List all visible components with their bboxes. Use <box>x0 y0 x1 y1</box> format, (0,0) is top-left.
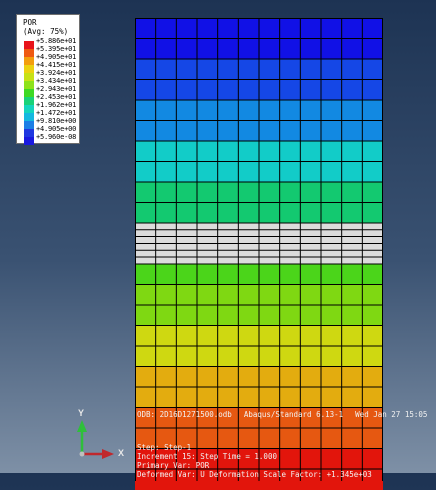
mesh-element-row <box>135 243 383 265</box>
legend-swatch <box>24 49 34 57</box>
legend-value: +3.434e+01 <box>36 77 77 85</box>
mesh-element-row <box>135 202 383 224</box>
legend-swatch <box>24 121 34 129</box>
legend-value: +5.886e+01 <box>36 37 77 45</box>
y-axis-label: Y <box>78 408 85 418</box>
legend-value: +5.395e+01 <box>36 45 77 53</box>
mesh-element-row <box>135 59 383 80</box>
mesh-element-row <box>135 284 383 306</box>
legend-value: +1.962e+01 <box>36 101 77 109</box>
mesh-element-row <box>135 79 383 101</box>
legend-value: +3.924e+01 <box>36 69 77 77</box>
mesh-element-row <box>135 120 383 142</box>
legend-value: +4.415e+01 <box>36 61 77 69</box>
legend-value: +4.905e+01 <box>36 53 77 61</box>
step-info: Step: Step-1 Increment 15: Step Time = 1… <box>137 443 372 479</box>
legend-swatch <box>24 113 34 121</box>
legend-swatch <box>24 105 34 113</box>
mesh-element-row <box>135 346 383 367</box>
contour-legend: POR (Avg: 75%) +5.886e+01 +5.395e+01 +4.90… <box>16 14 80 145</box>
odb-file: ODB: 2D16D1271500.odb <box>137 410 232 419</box>
viewport[interactable]: POR (Avg: 75%) +5.886e+01 +5.395e+01 +4.90… <box>0 0 436 490</box>
mesh-element-row <box>135 387 383 408</box>
legend-value: +1.472e+01 <box>36 109 77 117</box>
primary-var-line: Primary Var: POR <box>137 461 210 470</box>
legend-swatch <box>24 97 34 105</box>
deformed-var-line: Deformed Var: U Deformation Scale Factor… <box>137 470 372 479</box>
mesh-element-row <box>135 100 383 121</box>
legend-value: +2.943e+01 <box>36 85 77 93</box>
legend-swatch <box>24 137 34 145</box>
mesh-element-row <box>135 141 383 162</box>
legend-swatch <box>24 81 34 89</box>
x-axis-label: X <box>118 448 125 458</box>
x-axis-arrow <box>82 449 114 459</box>
step-line: Step: Step-1 <box>137 443 192 452</box>
legend-swatch <box>24 89 34 97</box>
mesh-element-row <box>135 264 383 285</box>
legend-value: +9.810e+00 <box>36 117 77 125</box>
mesh-element-row <box>135 325 383 347</box>
legend-swatch <box>24 65 34 73</box>
legend-title: POR <box>23 18 37 27</box>
legend-swatch <box>24 129 34 137</box>
run-date: Wed Jan 27 15:05 <box>355 410 428 419</box>
legend-value: +2.453e+01 <box>36 93 77 101</box>
solver-version: Abaqus/Standard 6.13-1 <box>243 410 344 419</box>
legend-value: +4.905e+00 <box>36 125 77 133</box>
increment-line: Increment 15: Step Time = 1.000 <box>137 452 277 461</box>
legend-subtitle: (Avg: 75%) <box>23 27 69 36</box>
mesh-element-row <box>135 182 383 203</box>
mesh-element-row <box>135 366 383 388</box>
axis-triad: Y X <box>68 408 130 470</box>
mesh-element-row <box>135 38 383 60</box>
mesh-element-row <box>135 305 383 326</box>
y-axis-arrow <box>77 420 87 454</box>
legend-value: +5.960e-08 <box>36 133 77 141</box>
legend-swatch <box>24 41 34 49</box>
origin-marker <box>79 451 85 457</box>
mesh-element-row <box>135 161 383 183</box>
odb-info-line: ODB: 2D16D1271500.odb Abaqus/Standard 6.1… <box>137 410 427 419</box>
mesh-element-row <box>135 18 383 39</box>
legend-swatch <box>24 73 34 81</box>
legend-swatch <box>24 57 34 65</box>
mesh-element-row <box>135 223 383 244</box>
